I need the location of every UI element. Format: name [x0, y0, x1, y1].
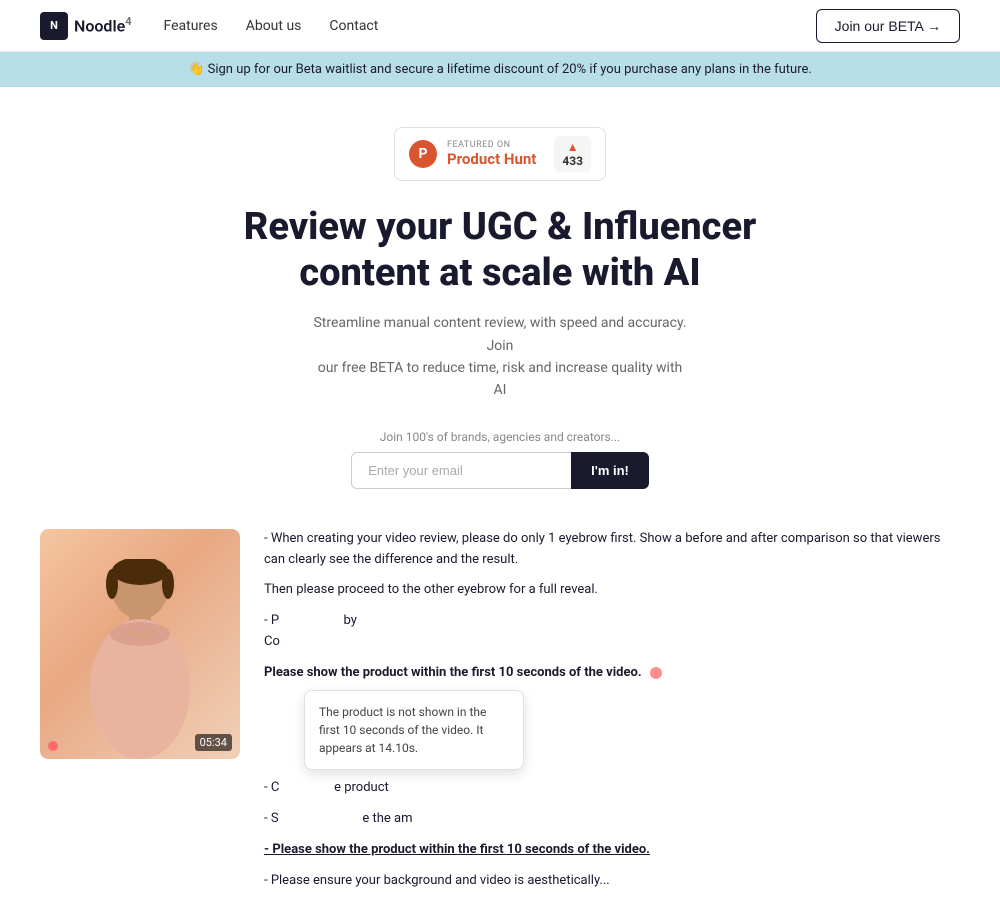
- logo-icon-letter: N: [50, 19, 58, 32]
- email-label: Join 100's of brands, agencies and creat…: [351, 430, 649, 444]
- highlight-dot: [650, 667, 662, 679]
- review-block3-prefix: - P: [264, 613, 279, 628]
- ph-upvotes: ▲ 433: [554, 136, 591, 172]
- logo-icon: N: [40, 12, 68, 40]
- email-form: I'm in!: [351, 452, 649, 489]
- navbar: N Noodle4 Features About us Contact Join…: [0, 0, 1000, 52]
- email-input[interactable]: [351, 452, 571, 489]
- email-section: Join 100's of brands, agencies and creat…: [351, 430, 649, 489]
- nav-link-about[interactable]: About us: [246, 18, 302, 34]
- review-text-4-prefix: - C: [264, 780, 279, 795]
- nav-link-contact[interactable]: Contact: [329, 18, 378, 34]
- review-text-1: - When creating your video review, pleas…: [264, 529, 960, 571]
- review-block3-by: by: [344, 613, 357, 628]
- person-silhouette: [75, 559, 205, 759]
- hero-section: P FEATURED ON Product Hunt ▲ 433 Review …: [0, 87, 1000, 509]
- tooltip-card: The product is not shown in the first 10…: [304, 690, 524, 770]
- ph-arrow-icon: ▲: [567, 140, 579, 154]
- hero-title-line1: Review your UGC & Influencer: [244, 205, 756, 249]
- review-text-4: - C e product: [264, 778, 960, 799]
- video-thumbnail: 05:34: [40, 529, 240, 759]
- review-block6-text: - Please show the product within the fir…: [264, 842, 650, 857]
- logo-name: Noodle: [74, 17, 125, 36]
- navbar-left: N Noodle4 Features About us Contact: [40, 12, 378, 40]
- review-block2-text: Then please proceed to the other eyebrow…: [264, 582, 598, 597]
- review-text-5-content: - S e the am: [264, 811, 413, 826]
- review-text-7: - Please ensure your background and vide…: [264, 871, 960, 892]
- hero-title-line2: content at scale with AI: [299, 251, 700, 295]
- nav-link-features[interactable]: Features: [164, 18, 218, 34]
- ph-count: 433: [562, 154, 583, 168]
- review-text-2: Then please proceed to the other eyebrow…: [264, 580, 960, 601]
- ph-featured-label: FEATURED ON: [447, 140, 511, 150]
- video-timestamp: 05:34: [195, 734, 232, 751]
- logo-sup: 4: [125, 15, 131, 28]
- product-hunt-badge[interactable]: P FEATURED ON Product Hunt ▲ 433: [394, 127, 606, 181]
- review-block3-co: Co: [264, 634, 280, 649]
- review-text-4-suffix: e product: [334, 780, 389, 795]
- review-bold-label: Please show the product within the first…: [264, 665, 642, 680]
- review-text-6: - Please show the product within the fir…: [264, 840, 960, 861]
- hero-subtitle-line2: our free BETA to reduce time, risk and i…: [318, 360, 683, 398]
- review-block7-text: - Please ensure your background and vide…: [264, 873, 610, 888]
- announcement-banner: 👋 Sign up for our Beta waitlist and secu…: [0, 52, 1000, 87]
- product-hunt-icon: P: [409, 140, 437, 168]
- hero-subtitle: Streamline manual content review, with s…: [310, 312, 690, 402]
- hero-title: Review your UGC & Influencer content at …: [244, 205, 756, 296]
- video-recording-indicator: [48, 741, 58, 751]
- beta-button[interactable]: Join our BETA →: [816, 9, 960, 43]
- review-panel: - When creating your video review, pleas…: [240, 529, 960, 902]
- logo[interactable]: N Noodle4: [40, 12, 132, 40]
- review-bold-text: Please show the product within the first…: [264, 663, 642, 683]
- review-text-5: - S e the am: [264, 809, 960, 830]
- product-hunt-text-group: FEATURED ON Product Hunt: [447, 140, 536, 168]
- submit-button[interactable]: I'm in!: [571, 452, 649, 489]
- banner-text: Sign up for our Beta waitlist and secure…: [208, 62, 812, 77]
- hero-subtitle-line1: Streamline manual content review, with s…: [313, 315, 686, 353]
- tooltip-text: The product is not shown in the first 10…: [319, 705, 486, 755]
- video-panel[interactable]: 05:34: [40, 529, 240, 759]
- review-text-3: - P by Co: [264, 611, 960, 653]
- logo-text: Noodle4: [74, 15, 132, 35]
- content-section: 05:34 - When creating your video review,…: [0, 509, 1000, 921]
- banner-emoji: 👋: [188, 62, 204, 77]
- review-highlight-row: Please show the product within the first…: [264, 663, 960, 683]
- nav-links: Features About us Contact: [164, 18, 379, 34]
- ph-name: Product Hunt: [447, 150, 536, 168]
